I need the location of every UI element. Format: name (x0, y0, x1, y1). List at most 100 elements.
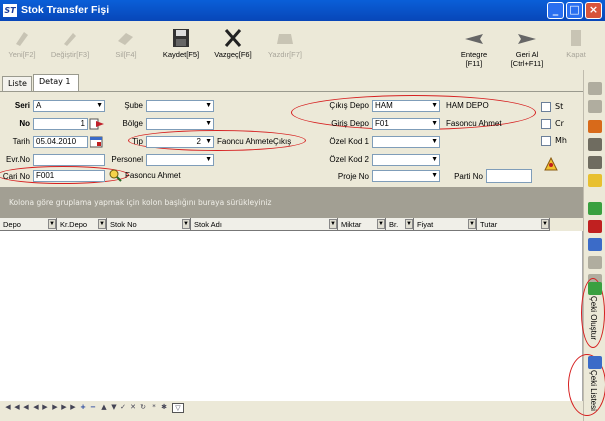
plane-icon (465, 34, 483, 44)
chevron-down-icon[interactable]: ▼ (377, 219, 385, 229)
integrate-button[interactable]: Entegre [F11] (452, 22, 496, 70)
green-doc-icon[interactable] (588, 202, 602, 215)
print-button[interactable]: Yazdır[F7] (261, 22, 309, 70)
col-tutar[interactable]: Tutar ▼ (477, 218, 550, 231)
ceki-listesi-button[interactable]: Çeki Listesi (589, 370, 598, 411)
cancel-x-icon[interactable]: ✕ (129, 403, 137, 413)
close-window-button[interactable]: × (585, 2, 602, 19)
giris-depo-select[interactable]: F01 ▼ (372, 118, 440, 130)
toolbar: Yeni[F2] Değiştir[F3] Sil[F4] Kaydet[F5]… (0, 22, 605, 70)
next-record-icon[interactable]: ▶ (51, 403, 59, 413)
col-fiyat[interactable]: Fiyat ▼ (414, 218, 477, 231)
minimize-button[interactable]: _ (547, 2, 564, 19)
chevron-down-icon: ▼ (431, 102, 438, 109)
prev-record-icon[interactable]: ◀ (22, 403, 30, 413)
next-number-arrow-icon[interactable] (89, 117, 105, 131)
blue-doc-icon[interactable] (588, 238, 602, 251)
chevron-down-icon[interactable]: ▼ (405, 219, 413, 229)
new-button[interactable]: Yeni[F2] (4, 22, 40, 70)
st-checkbox[interactable] (541, 102, 551, 112)
folder-icon[interactable] (588, 156, 602, 169)
warning-person-icon[interactable] (544, 157, 558, 171)
lock-icon[interactable] (588, 256, 602, 269)
mh-checkbox[interactable] (541, 136, 551, 146)
toolbar-icon-2[interactable] (588, 100, 602, 113)
edit-button[interactable]: Değiştir[F3] (42, 22, 98, 70)
last-page-icon[interactable]: ▶ (69, 403, 77, 413)
seri-value: A (36, 101, 42, 110)
toolbar-icon-1[interactable] (588, 82, 602, 95)
minus-icon[interactable]: − (89, 403, 97, 413)
tip-select[interactable]: 2 ▼ (146, 136, 214, 148)
col-kr-depo[interactable]: Kr.Depo ▼ (57, 218, 107, 231)
col-br[interactable]: Br. ▼ (386, 218, 414, 231)
asterisk-icon[interactable]: * (150, 403, 158, 413)
grid-body[interactable] (0, 231, 583, 401)
parti-input[interactable] (486, 169, 532, 183)
bolge-select[interactable]: ▼ (146, 118, 214, 130)
col-stok-no[interactable]: Stok No ▼ (107, 218, 191, 231)
check-icon[interactable]: ✓ (119, 403, 127, 413)
cikis-depo-select[interactable]: HAM ▼ (372, 100, 440, 112)
book-icon[interactable] (588, 138, 602, 151)
calendar-icon[interactable] (90, 136, 103, 148)
cancel-button[interactable]: Vazgeç[F6] (208, 22, 258, 70)
personel-select[interactable]: ▼ (146, 154, 214, 166)
prev-icon[interactable]: ◀ (32, 403, 40, 413)
next-page-icon[interactable]: ▶ (60, 403, 68, 413)
no-input[interactable]: 1 (33, 118, 88, 130)
group-by-area[interactable]: Kolona göre gruplama yapmak için kolon b… (0, 187, 583, 218)
col-stok-adi[interactable]: Stok Adı ▼ (191, 218, 338, 231)
ozel2-label: Özel Kod 2 (329, 155, 369, 164)
seri-select[interactable]: A ▼ (33, 100, 105, 112)
prev-page-icon[interactable]: ◀ (13, 403, 21, 413)
ozel2-select[interactable]: ▼ (372, 154, 440, 166)
chevron-down-icon[interactable]: ▼ (182, 219, 190, 229)
close-button[interactable]: Kapat (560, 22, 592, 70)
chevron-down-icon[interactable]: ▼ (98, 219, 106, 229)
cr-checkbox[interactable] (541, 119, 551, 129)
new-doc-icon (16, 32, 28, 46)
col-depo[interactable]: Depo ▼ (0, 218, 57, 231)
right-action-bar: Çeki Oluştur Çeki Listesi (568, 70, 605, 421)
coins-icon[interactable] (588, 174, 602, 187)
chevron-down-icon[interactable]: ▼ (468, 219, 476, 229)
document-icon[interactable] (588, 120, 602, 133)
ceki-create-icon[interactable] (588, 282, 602, 295)
red-stamp-icon[interactable] (588, 220, 602, 233)
chevron-down-icon[interactable]: ▼ (541, 219, 549, 229)
up-arrow-icon[interactable]: ▲ (100, 403, 108, 413)
tarih-input[interactable]: 05.04.2010 (33, 136, 88, 148)
tab-strip: Liste Detay 1 (0, 73, 605, 91)
ozel1-label: Özel Kod 1 (329, 137, 369, 146)
first-page-icon[interactable]: ◀ (4, 403, 12, 413)
maximize-button[interactable]: □ (566, 2, 583, 19)
tab-liste[interactable]: Liste (2, 76, 32, 91)
search-icon[interactable] (108, 168, 122, 182)
proje-select[interactable]: ▼ (372, 170, 440, 182)
col-miktar[interactable]: Miktar ▼ (338, 218, 386, 231)
chevron-down-icon[interactable]: ▼ (48, 219, 56, 229)
down-arrow-icon[interactable]: ▼ (110, 403, 118, 413)
sube-select[interactable]: ▼ (146, 100, 214, 112)
st-label: St (555, 102, 564, 111)
ozel1-select[interactable]: ▼ (372, 136, 440, 148)
ceki-olustur-button[interactable]: Çeki Oluştur (589, 296, 598, 340)
delete-button[interactable]: Sil[F4] (108, 22, 144, 70)
ceki-list-icon[interactable] (588, 356, 602, 369)
settings-icon[interactable]: ✱ (160, 403, 168, 413)
save-button[interactable]: Kaydet[F5] (156, 22, 206, 70)
carino-input[interactable]: F001 (33, 170, 105, 182)
cari-name: Fasoncu Ahmet (125, 171, 181, 180)
evrno-input[interactable] (33, 154, 105, 166)
seri-label: Seri (14, 101, 30, 110)
chevron-down-icon[interactable]: ▼ (329, 219, 337, 229)
tab-detay-1[interactable]: Detay 1 (33, 74, 79, 91)
next-icon[interactable]: ▶ (41, 403, 49, 413)
giris-depo-label: Giriş Depo (331, 119, 369, 128)
tip-desc: Faoncu AhmeteÇıkış (217, 137, 292, 146)
plus-icon[interactable]: + (79, 403, 87, 413)
refresh-icon[interactable]: ↻ (139, 403, 147, 413)
filter-funnel-icon[interactable]: ▽ (172, 403, 184, 413)
undo-button[interactable]: Geri Al [Ctrl+F11] (502, 22, 552, 70)
